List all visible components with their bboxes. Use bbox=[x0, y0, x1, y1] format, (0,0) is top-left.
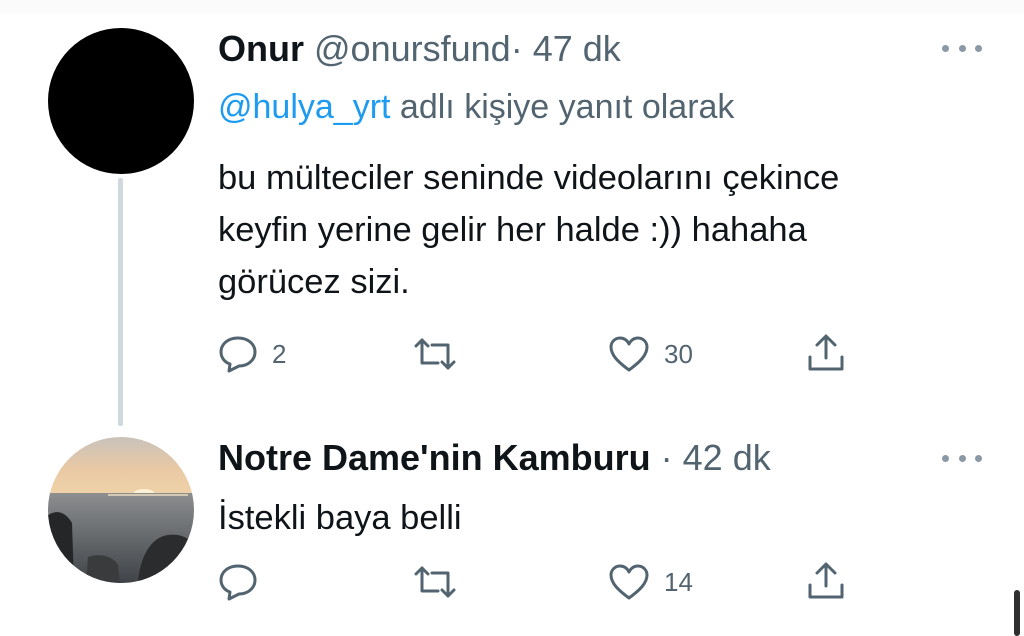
avatar[interactable] bbox=[48, 28, 194, 174]
share-upload-icon bbox=[808, 334, 844, 371]
top-divider bbox=[0, 0, 1024, 14]
reply-bubble-icon bbox=[219, 336, 257, 373]
timestamp[interactable]: 47 dk bbox=[533, 28, 621, 69]
avatar[interactable] bbox=[48, 437, 194, 583]
display-name[interactable]: Onur bbox=[218, 28, 304, 69]
reply-bubble-icon bbox=[219, 564, 257, 601]
tweet-header: Onur @onursfund· 47 dk bbox=[218, 27, 621, 71]
display-name[interactable]: Notre Dame'nin Kamburu bbox=[218, 437, 651, 478]
like-count: 30 bbox=[664, 338, 693, 369]
user-handle[interactable]: @onursfund bbox=[314, 28, 511, 69]
retweet-button[interactable] bbox=[412, 565, 472, 599]
like-button[interactable]: 14 bbox=[608, 563, 693, 601]
share-upload-icon bbox=[808, 562, 844, 599]
retweet-icon bbox=[414, 566, 456, 598]
reply-button[interactable] bbox=[218, 563, 272, 601]
separator-dot: · bbox=[510, 28, 523, 69]
mention-link[interactable]: @hulya_yrt bbox=[218, 88, 390, 126]
share-button[interactable] bbox=[806, 561, 846, 601]
tweet-text: bu mülteciler seninde videolarını çekinc… bbox=[218, 159, 840, 301]
replying-to: @hulya_yrt adlı kişiye yanıt olarak bbox=[218, 85, 734, 129]
retweet-button[interactable] bbox=[412, 337, 472, 371]
thread-line bbox=[118, 178, 123, 426]
heart-icon bbox=[609, 336, 649, 372]
reply-count: 2 bbox=[272, 338, 287, 369]
sunset-sea-photo bbox=[48, 437, 194, 583]
retweet-icon bbox=[414, 338, 456, 370]
like-count: 14 bbox=[664, 566, 693, 597]
scrollbar[interactable] bbox=[1014, 590, 1020, 636]
share-button[interactable] bbox=[806, 333, 846, 373]
replying-suffix: adlı kişiye yanıt olarak bbox=[390, 88, 735, 126]
timestamp[interactable]: 42 dk bbox=[683, 437, 771, 478]
like-button[interactable]: 30 bbox=[608, 335, 693, 373]
more-horizontal-icon[interactable] bbox=[942, 448, 982, 468]
tweet-header: Notre Dame'nin Kamburu · 42 dk bbox=[218, 436, 771, 480]
heart-icon bbox=[609, 564, 649, 600]
reply-button[interactable]: 2 bbox=[218, 335, 286, 373]
tweet-text: İstekli baya belli bbox=[218, 499, 462, 537]
separator-dot: · bbox=[660, 437, 673, 478]
more-horizontal-icon[interactable] bbox=[942, 38, 982, 58]
